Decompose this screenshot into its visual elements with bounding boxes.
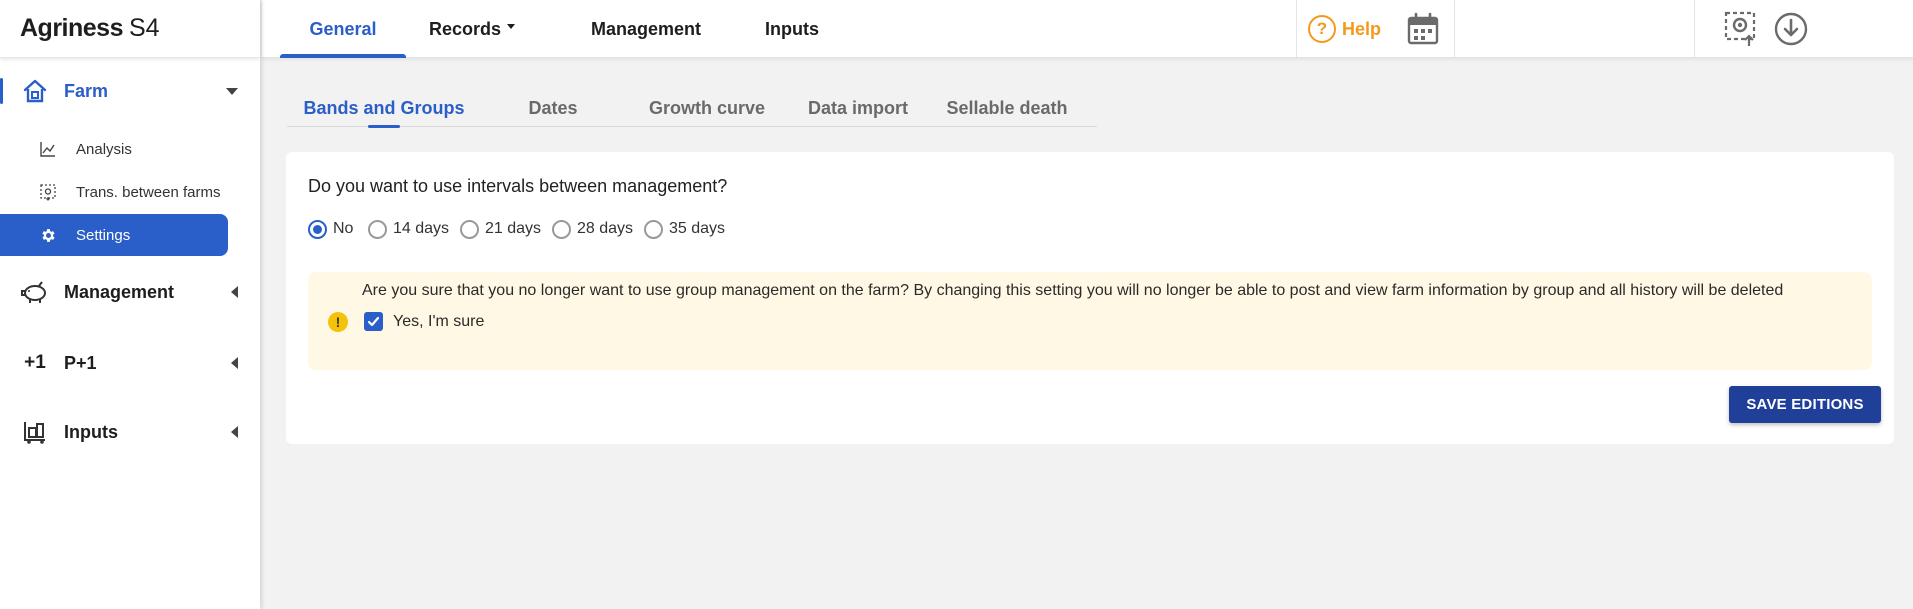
sidebar-group-label: Inputs bbox=[64, 421, 118, 442]
plus-one-icon: +1 bbox=[24, 352, 46, 373]
subtab-label: Sellable death bbox=[946, 97, 1068, 118]
settings-card: Do you want to use intervals between man… bbox=[286, 152, 1894, 444]
confirm-checkbox[interactable]: Yes, I'm sure bbox=[364, 312, 484, 331]
settings-subtabs: Bands and Groups Dates Growth curve Data… bbox=[287, 90, 1097, 127]
radio-label: No bbox=[333, 220, 354, 237]
sidebar-item-label: Trans. between farms bbox=[76, 183, 221, 201]
help-button[interactable]: ? Help bbox=[1308, 0, 1381, 58]
transfer-icon bbox=[38, 182, 58, 202]
download-circle-icon[interactable] bbox=[1772, 10, 1810, 48]
radio-circle bbox=[644, 219, 663, 239]
sidebar-item-label: Settings bbox=[76, 226, 131, 244]
interval-radio-group: No 14 days 21 days 28 days 35 days bbox=[308, 218, 908, 240]
radio-no[interactable]: No bbox=[308, 218, 353, 240]
pig-icon bbox=[20, 277, 50, 307]
checkmark-icon bbox=[364, 312, 383, 331]
radio-label: 21 days bbox=[485, 220, 542, 237]
tab-inputs[interactable]: Inputs bbox=[744, 0, 840, 58]
subtab-label: Data import bbox=[807, 97, 908, 118]
radio-circle bbox=[308, 219, 327, 239]
subtab-growth-curve[interactable]: Growth curve bbox=[625, 90, 789, 126]
sidebar: Agriness S4 Farm Analysis Trans. between… bbox=[0, 0, 260, 609]
radio-14-days[interactable]: 14 days bbox=[368, 218, 449, 240]
tab-general[interactable]: General bbox=[280, 0, 406, 58]
radio-circle bbox=[368, 219, 387, 239]
radio-circle bbox=[460, 219, 479, 239]
subtab-bands-and-groups[interactable]: Bands and Groups bbox=[287, 90, 481, 126]
sidebar-group-p-plus-1[interactable]: +1 P+1 bbox=[0, 347, 260, 379]
warning-text: Are you sure that you no longer want to … bbox=[362, 282, 1784, 299]
caret-down-icon bbox=[507, 23, 516, 29]
brand-version: S4 bbox=[128, 14, 160, 42]
chevron-down-icon bbox=[226, 87, 238, 95]
tab-label: General bbox=[309, 18, 377, 39]
top-nav: General Records Management Inputs ? Help bbox=[262, 0, 1913, 58]
sidebar-item-settings[interactable]: Settings bbox=[0, 214, 228, 256]
tab-label: Management bbox=[590, 18, 702, 39]
sidebar-item-label: Analysis bbox=[76, 140, 132, 158]
sidebar-group-management[interactable]: Management bbox=[0, 276, 260, 308]
subtab-data-import[interactable]: Data import bbox=[789, 90, 927, 126]
divider bbox=[1454, 0, 1455, 58]
divider bbox=[1296, 0, 1297, 58]
subtab-sellable-death[interactable]: Sellable death bbox=[927, 90, 1087, 126]
brand-logo[interactable]: Agriness S4 bbox=[0, 0, 260, 58]
subtab-label: Bands and Groups bbox=[303, 97, 465, 118]
radio-label: 28 days bbox=[577, 220, 634, 237]
sidebar-group-label: P+1 bbox=[64, 352, 97, 373]
intervals-question: Do you want to use intervals between man… bbox=[308, 176, 728, 196]
warning-box: ! Are you sure that you no longer want t… bbox=[308, 272, 1872, 370]
sidebar-group-inputs[interactable]: Inputs bbox=[0, 416, 260, 448]
radio-label: 14 days bbox=[393, 220, 450, 237]
radio-21-days[interactable]: 21 days bbox=[460, 218, 541, 240]
chevron-left-icon bbox=[231, 426, 238, 438]
exclamation-icon: ! bbox=[328, 312, 348, 332]
cart-icon bbox=[20, 417, 50, 447]
chevron-left-icon bbox=[231, 286, 238, 298]
radio-35-days[interactable]: 35 days bbox=[644, 218, 725, 240]
radio-circle bbox=[552, 219, 571, 239]
sidebar-group-label: Farm bbox=[64, 80, 109, 101]
tab-label: Records bbox=[428, 18, 502, 39]
chart-line-icon bbox=[38, 139, 58, 159]
sidebar-item-trans-between-farms[interactable]: Trans. between farms bbox=[0, 171, 228, 213]
tab-label: Inputs bbox=[765, 18, 819, 39]
sidebar-group-label: Management bbox=[64, 281, 175, 302]
subtab-label: Growth curve bbox=[648, 97, 766, 118]
gear-icon bbox=[38, 225, 58, 245]
upload-screen-icon[interactable] bbox=[1722, 10, 1760, 48]
tab-records[interactable]: Records bbox=[412, 0, 532, 58]
radio-28-days[interactable]: 28 days bbox=[552, 218, 633, 240]
subtab-label: Dates bbox=[528, 97, 578, 118]
subtab-dates[interactable]: Dates bbox=[481, 90, 625, 126]
house-icon bbox=[20, 76, 50, 106]
brand-name: Agriness bbox=[20, 14, 123, 42]
sidebar-item-analysis[interactable]: Analysis bbox=[0, 128, 228, 170]
calendar-icon[interactable] bbox=[1404, 10, 1442, 48]
chevron-left-icon bbox=[231, 357, 238, 369]
question-circle-icon: ? bbox=[1308, 15, 1336, 43]
divider bbox=[1694, 0, 1695, 58]
help-label: Help bbox=[1342, 18, 1382, 39]
radio-label: 35 days bbox=[669, 220, 726, 237]
tab-management[interactable]: Management bbox=[568, 0, 724, 58]
confirm-label: Yes, I'm sure bbox=[393, 312, 485, 330]
save-editions-button[interactable]: SAVE EDITIONS bbox=[1729, 386, 1881, 423]
sidebar-group-farm[interactable]: Farm bbox=[0, 76, 260, 106]
